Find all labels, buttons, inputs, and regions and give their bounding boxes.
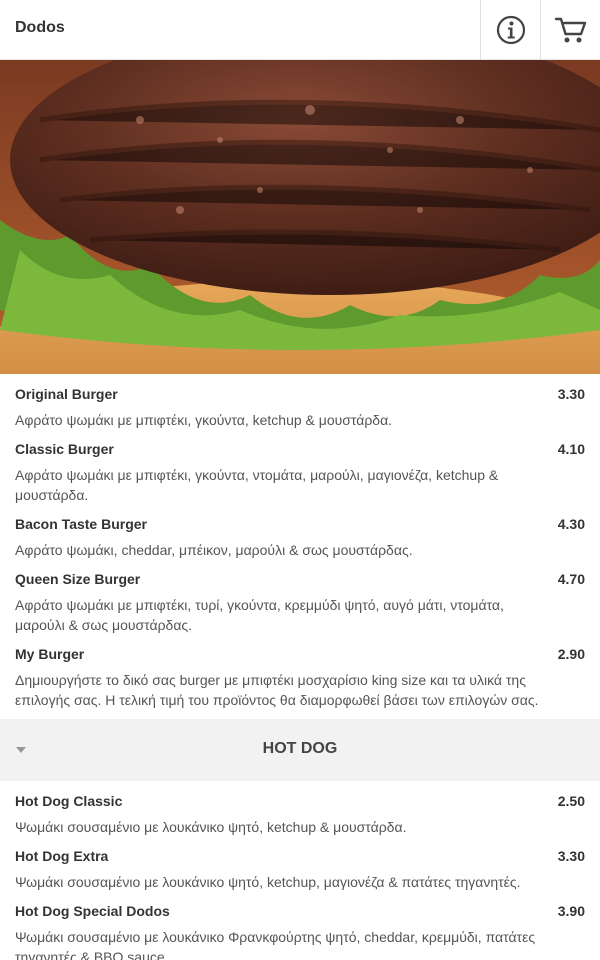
item-price: 4.10 [557, 441, 585, 457]
cart-button[interactable] [540, 0, 600, 60]
item-name: Bacon Taste Burger [15, 516, 147, 532]
item-description: Δημιουργήστε το δικό σας burger με μπιφτ… [15, 672, 539, 708]
item-name: Classic Burger [15, 441, 114, 457]
item-price: 2.50 [557, 793, 585, 809]
item-description: Αφράτο ψωμάκι με μπιφτέκι, γκούντα, ντομ… [15, 467, 499, 503]
item-name: Original Burger [15, 386, 118, 402]
category-header-hotdog[interactable]: HOT DOG [0, 719, 600, 781]
item-name: Hot Dog Classic [15, 793, 123, 809]
item-name: Hot Dog Extra [15, 848, 109, 864]
item-description: Ψωμάκι σουσαμένιο με λουκάνικο ψητό, ket… [15, 819, 407, 835]
cart-icon [554, 17, 586, 43]
item-description: Αφράτο ψωμάκι με μπιφτέκι, γκούντα, ketc… [15, 412, 393, 428]
item-price: 3.90 [557, 903, 585, 919]
hero-image [0, 60, 600, 374]
info-button[interactable] [480, 0, 540, 60]
item-price: 3.30 [557, 386, 585, 402]
item-description: Αφράτο ψωμάκι με μπιφτέκι, τυρί, γκούντα… [15, 597, 504, 633]
item-name: Hot Dog Special Dodos [15, 903, 170, 919]
item-description: Αφράτο ψωμάκι, cheddar, μπέικον, μαρούλι… [15, 542, 413, 558]
item-price: 3.30 [557, 848, 585, 864]
item-name: Queen Size Burger [15, 571, 141, 587]
item-price: 2.90 [557, 646, 585, 662]
item-price: 4.30 [557, 516, 585, 532]
category-title: HOT DOG [262, 740, 338, 757]
item-description: Ψωμάκι σουσαμένιο με λουκάνικο ψητό, ket… [15, 874, 521, 890]
item-price: 4.70 [557, 571, 585, 587]
item-name: My Burger [15, 646, 85, 662]
info-icon [496, 15, 525, 45]
top-bar: Dodos [0, 0, 600, 60]
app-title: Dodos [15, 19, 65, 36]
item-description: Ψωμάκι σουσαμένιο με λουκάνικο Φρανκφούρ… [15, 929, 536, 960]
